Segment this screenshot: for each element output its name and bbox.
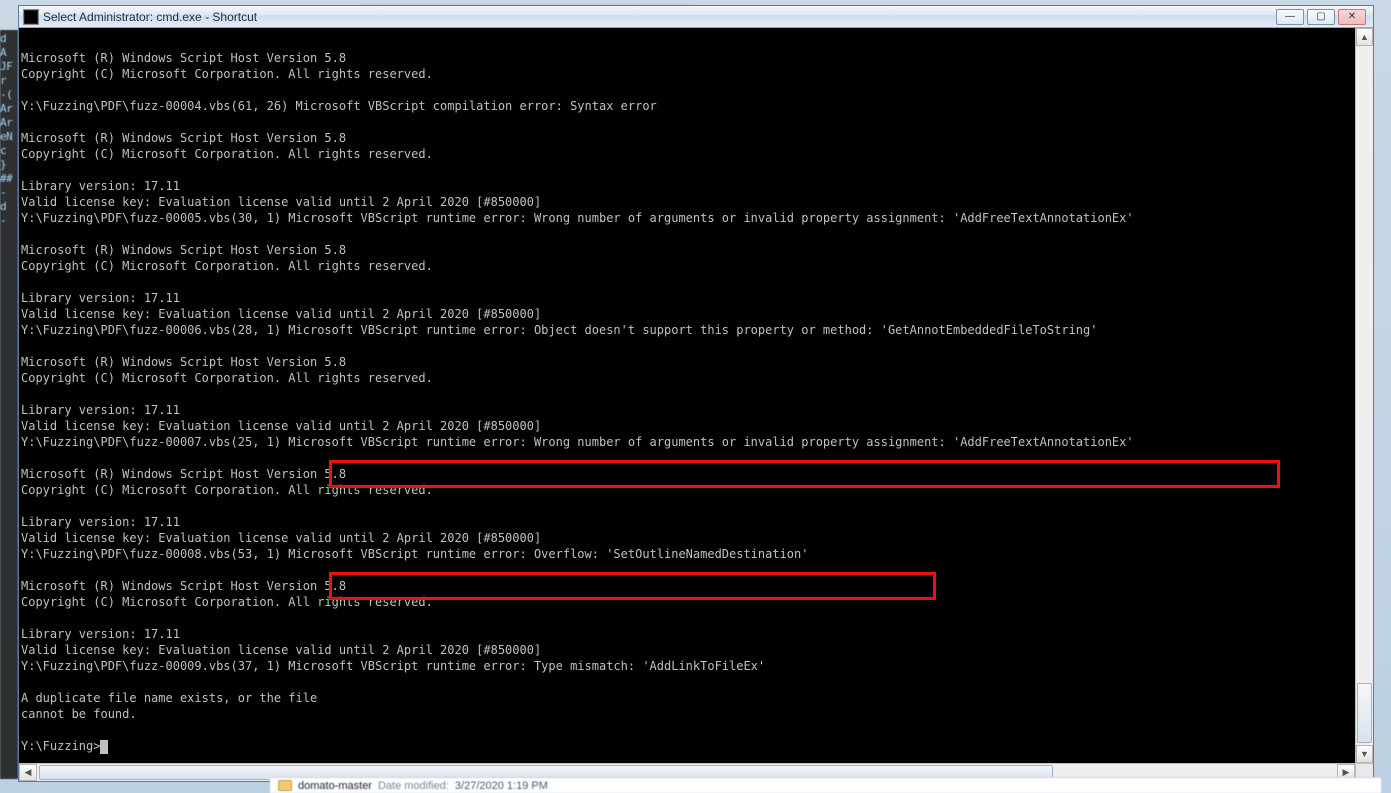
explorer-modified-label: Date modified: — [378, 780, 449, 792]
explorer-details-strip: domato-master Date modified: 3/27/2020 1… — [270, 777, 1381, 793]
close-button[interactable]: ✕ — [1338, 9, 1366, 25]
chevron-down-icon: ▼ — [1360, 749, 1369, 759]
terminal-line — [21, 562, 1355, 578]
terminal-line — [21, 114, 1355, 130]
chevron-left-icon: ◀ — [25, 767, 32, 778]
terminal-line: Valid license key: Evaluation license va… — [21, 418, 1355, 434]
terminal-line: Microsoft (R) Windows Script Host Versio… — [21, 354, 1355, 370]
terminal-line — [21, 162, 1355, 178]
terminal-line: Library version: 17.11 — [21, 178, 1355, 194]
cmd-icon — [23, 9, 39, 25]
terminal-line: Microsoft (R) Windows Script Host Versio… — [21, 242, 1355, 258]
terminal-line: Copyright (C) Microsoft Corporation. All… — [21, 594, 1355, 610]
terminal-line: Y:\Fuzzing\PDF\fuzz-00005.vbs(30, 1) Mic… — [21, 210, 1355, 226]
terminal-line: Y:\Fuzzing\PDF\fuzz-00007.vbs(25, 1) Mic… — [21, 434, 1355, 450]
scroll-up-button[interactable]: ▲ — [1356, 28, 1373, 46]
terminal-line: Valid license key: Evaluation license va… — [21, 194, 1355, 210]
terminal-line: Copyright (C) Microsoft Corporation. All… — [21, 258, 1355, 274]
terminal-line — [21, 610, 1355, 626]
folder-icon — [278, 780, 292, 791]
window-title: Select Administrator: cmd.exe - Shortcut — [43, 10, 263, 24]
terminal-line: Library version: 17.11 — [21, 626, 1355, 642]
scroll-left-button[interactable]: ◀ — [19, 764, 37, 781]
minimize-icon: — — [1285, 11, 1295, 22]
terminal-line: A duplicate file name exists, or the fil… — [21, 690, 1355, 706]
terminal-line: Microsoft (R) Windows Script Host Versio… — [21, 130, 1355, 146]
editor-gutter-background: d A JF r -( Ar Ar eN c } ## - d - — [0, 30, 18, 779]
terminal-line — [21, 722, 1355, 738]
terminal-line: Library version: 17.11 — [21, 514, 1355, 530]
terminal-line: Copyright (C) Microsoft Corporation. All… — [21, 482, 1355, 498]
terminal-line: Y:\Fuzzing\PDF\fuzz-00009.vbs(37, 1) Mic… — [21, 658, 1355, 674]
terminal-line: Valid license key: Evaluation license va… — [21, 306, 1355, 322]
terminal-line: Y:\Fuzzing\PDF\fuzz-00006.vbs(28, 1) Mic… — [21, 322, 1355, 338]
scroll-down-button[interactable]: ▼ — [1356, 745, 1373, 763]
terminal-line — [21, 450, 1355, 466]
window-buttons: — ▢ ✕ — [1276, 9, 1373, 25]
terminal-line — [21, 674, 1355, 690]
terminal-line: Valid license key: Evaluation license va… — [21, 642, 1355, 658]
terminal-line: Library version: 17.11 — [21, 402, 1355, 418]
vertical-scrollbar[interactable]: ▲ ▼ — [1355, 28, 1373, 763]
close-icon: ✕ — [1348, 11, 1356, 22]
terminal-line — [21, 498, 1355, 514]
titlebar[interactable]: Select Administrator: cmd.exe - Shortcut… — [19, 6, 1373, 28]
terminal-line: Library version: 17.11 — [21, 290, 1355, 306]
maximize-button[interactable]: ▢ — [1307, 9, 1335, 25]
terminal-line: Y:\Fuzzing> — [21, 738, 1355, 754]
terminal-line: Copyright (C) Microsoft Corporation. All… — [21, 146, 1355, 162]
terminal-line: Microsoft (R) Windows Script Host Versio… — [21, 50, 1355, 66]
terminal-line: Copyright (C) Microsoft Corporation. All… — [21, 66, 1355, 82]
terminal-line: Valid license key: Evaluation license va… — [21, 530, 1355, 546]
terminal-line: Microsoft (R) Windows Script Host Versio… — [21, 466, 1355, 482]
terminal-line: cannot be found. — [21, 706, 1355, 722]
vscroll-track[interactable] — [1356, 46, 1373, 745]
terminal-line — [21, 82, 1355, 98]
terminal-line: Copyright (C) Microsoft Corporation. All… — [21, 370, 1355, 386]
terminal-line: Y:\Fuzzing\PDF\fuzz-00008.vbs(53, 1) Mic… — [21, 546, 1355, 562]
maximize-icon: ▢ — [1316, 11, 1325, 22]
client-area: Microsoft (R) Windows Script Host Versio… — [19, 28, 1373, 781]
terminal-line — [21, 34, 1355, 50]
cmd-window: Select Administrator: cmd.exe - Shortcut… — [18, 5, 1374, 782]
cursor — [100, 740, 108, 754]
explorer-item-name: domato-master — [298, 780, 372, 792]
chevron-up-icon: ▲ — [1360, 32, 1369, 42]
minimize-button[interactable]: — — [1276, 9, 1304, 25]
terminal-line — [21, 226, 1355, 242]
terminal-line: Y:\Fuzzing\PDF\fuzz-00004.vbs(61, 26) Mi… — [21, 98, 1355, 114]
terminal-line — [21, 386, 1355, 402]
vscroll-thumb[interactable] — [1357, 683, 1372, 743]
terminal-output[interactable]: Microsoft (R) Windows Script Host Versio… — [19, 28, 1355, 763]
terminal-line — [21, 338, 1355, 354]
terminal-line — [21, 274, 1355, 290]
terminal-line: Microsoft (R) Windows Script Host Versio… — [21, 578, 1355, 594]
explorer-modified-value: 3/27/2020 1:19 PM — [455, 780, 548, 792]
